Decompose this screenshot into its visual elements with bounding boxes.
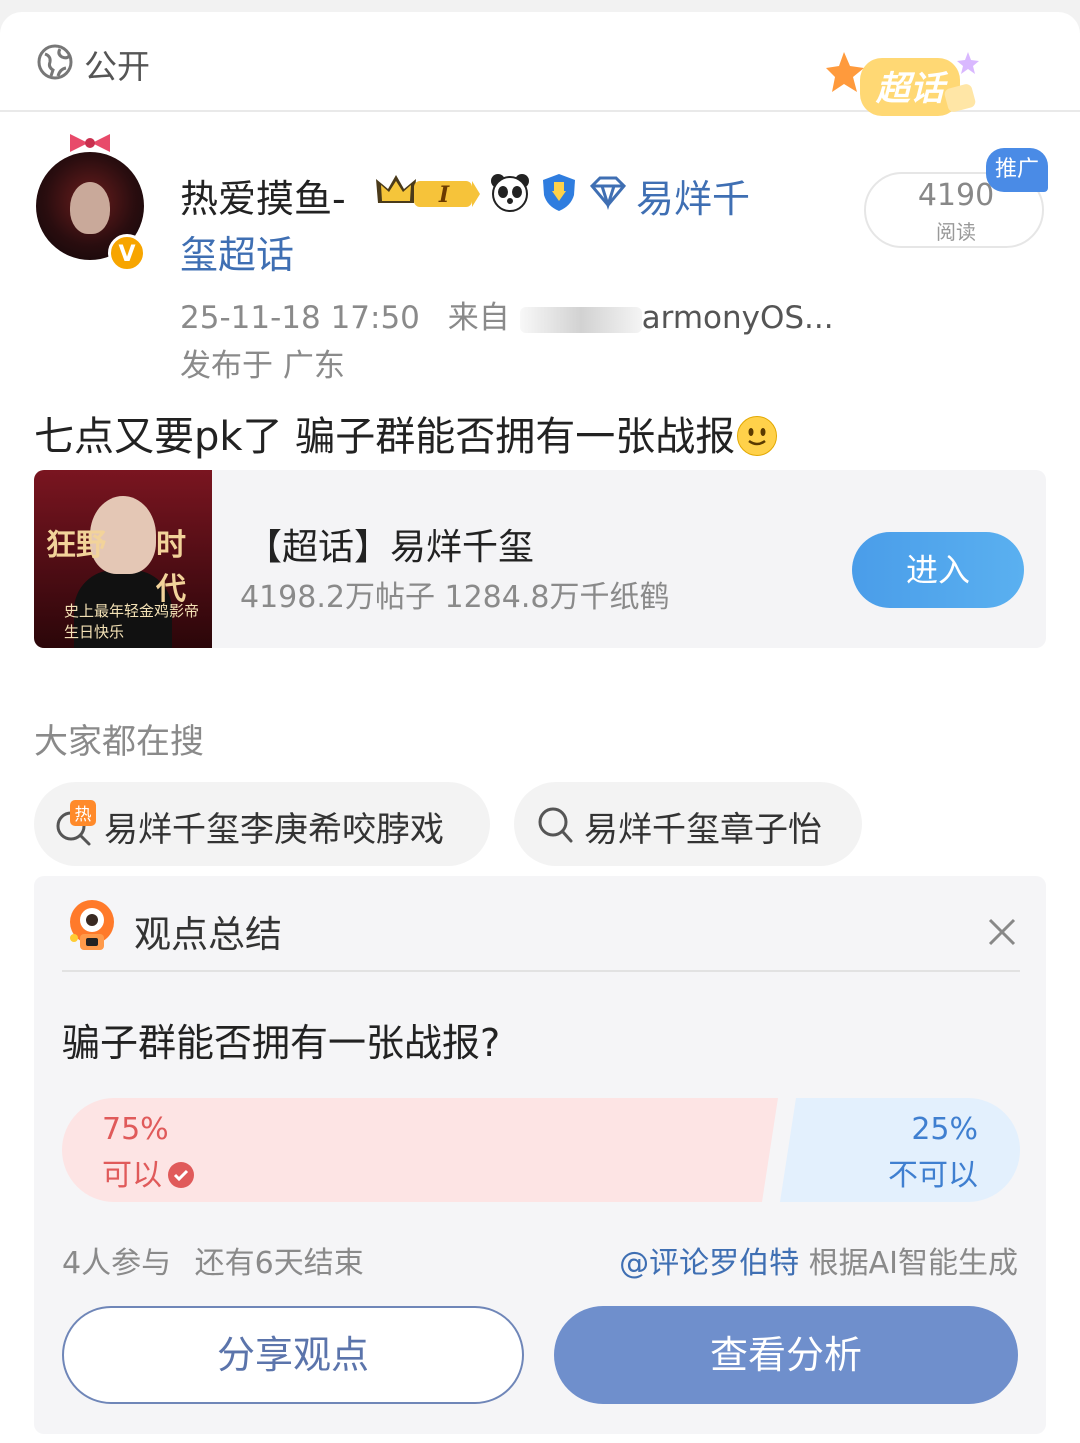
hot-search-icon: 热 — [56, 800, 96, 846]
visibility-label[interactable]: 公开 — [84, 40, 150, 88]
search-chip-hot[interactable]: 热 易烊千玺李庚希咬脖戏 — [34, 782, 490, 866]
opinion-summary-panel: 观点总结 骗子群能否拥有一张战报? 75% 可以 25% 不可以 4人参与 还有… — [34, 876, 1046, 1434]
thumbnail-caption: 史上最年轻金鸡影帝 生日快乐 — [64, 602, 200, 641]
participants-count: 4人参与 — [62, 1246, 172, 1281]
level-badge-text: I — [438, 182, 450, 208]
source-note: 根据AI智能生成 — [799, 1246, 1018, 1281]
opinion-source: @评论罗伯特 根据AI智能生成 — [619, 1238, 1018, 1282]
supertopic-title: 【超话】易烊千玺 — [246, 527, 535, 568]
yes-label: 可以 — [102, 1158, 162, 1193]
thumbnail-text-right: 时代 — [156, 528, 186, 607]
source-user-link[interactable]: @评论罗伯特 — [619, 1246, 799, 1281]
diamond-icon[interactable] — [586, 171, 630, 213]
post-source-device[interactable]: armonyOS... — [642, 300, 834, 336]
smile-emoji-icon — [737, 416, 778, 456]
no-label: 不可以 — [888, 1158, 978, 1193]
promo-tag[interactable]: 推广 — [986, 148, 1048, 192]
thumbnail-text-left: 狂野 — [46, 528, 106, 563]
search-chip-label: 易烊千玺李庚希咬脖戏 — [104, 810, 444, 850]
panda-icon[interactable] — [488, 171, 532, 213]
check-icon — [168, 1162, 194, 1188]
search-chip[interactable]: 易烊千玺章子怡 — [514, 782, 862, 866]
opinion-question: 骗子群能否拥有一张战报? — [62, 1021, 501, 1065]
username[interactable]: 热爱摸鱼- — [180, 168, 346, 223]
topic-link[interactable]: 易烊千 — [636, 168, 750, 223]
enter-button[interactable]: 进入 — [852, 532, 1024, 608]
opinion-title: 观点总结 — [134, 913, 282, 956]
robot-mascot-icon — [70, 900, 114, 950]
post-source-prefix: 来自 — [447, 300, 510, 336]
opinion-participation: 4人参与 还有6天结束 — [62, 1238, 364, 1282]
no-percent: 25% — [911, 1112, 978, 1147]
search-chip-label: 易烊千玺章子怡 — [584, 810, 822, 850]
avatar-bow-icon — [70, 134, 110, 152]
supertopic-thumbnail: 狂野 时代 史上最年轻金鸡影帝 生日快乐 — [34, 470, 212, 648]
user-badges: I — [374, 168, 630, 216]
post-content-text: 七点又要pk了 骗子群能否拥有一张战报 — [34, 414, 736, 460]
crown-level-badge-icon[interactable]: I — [374, 171, 482, 213]
read-label: 阅读 — [936, 220, 976, 244]
post-header-bar: 公开 超话 — [0, 12, 1080, 116]
share-opinion-button[interactable]: 分享观点 — [62, 1306, 524, 1404]
globe-icon — [37, 44, 73, 80]
topic-link-continued[interactable]: 玺超话 — [180, 224, 294, 279]
supertopic-badge-icon[interactable]: 超话 — [826, 40, 986, 124]
search-icon — [538, 807, 573, 843]
search-heading: 大家都在搜 — [34, 722, 204, 762]
supertopic-stats: 4198.2万帖子 1284.8万千纸鹤 — [240, 580, 670, 615]
post-card: 公开 超话 V 热爱摸鱼- I 易烊千 玺超话 25-11-18 17:50 来… — [0, 12, 1080, 1443]
verified-badge-icon: V — [108, 234, 146, 272]
time-remaining: 还有6天结束 — [194, 1246, 364, 1281]
supertopic-card[interactable]: 狂野 时代 史上最年轻金鸡影帝 生日快乐 【超话】易烊千玺 4198.2万帖子 … — [34, 470, 1046, 648]
view-analysis-button[interactable]: 查看分析 — [554, 1306, 1018, 1404]
post-content: 七点又要pk了 骗子群能否拥有一张战报 — [34, 404, 778, 462]
post-timestamp: 25-11-18 17:50 — [180, 300, 420, 336]
blurred-source — [519, 306, 642, 333]
divider — [62, 970, 1020, 972]
post-location: 发布于 广东 — [180, 348, 345, 384]
hot-search-icon-text: 热 — [75, 805, 92, 825]
supertopic-badge-text: 超话 — [875, 69, 949, 109]
yes-percent: 75% — [102, 1112, 169, 1147]
shield-badge-icon[interactable] — [538, 171, 580, 213]
yes-label-row: 可以 — [102, 1150, 194, 1194]
post-meta: 25-11-18 17:50 来自 armonyOS... — [180, 292, 834, 337]
close-icon[interactable] — [986, 916, 1018, 948]
avatar-face — [70, 182, 110, 234]
